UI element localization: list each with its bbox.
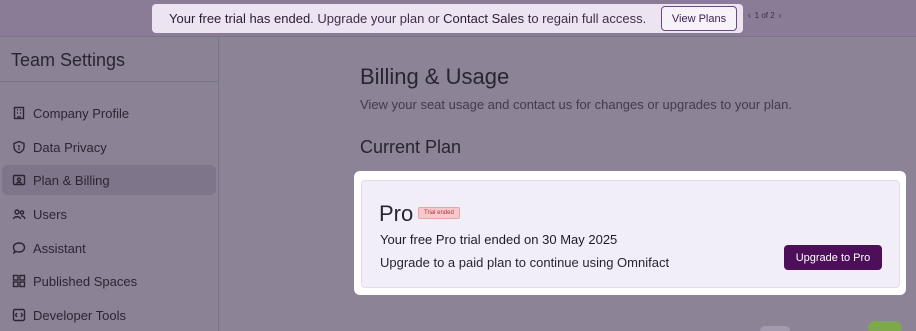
top-banner-strip: Your free trial has ended. Upgrade your … [0, 0, 916, 37]
pager-next-icon[interactable]: › [779, 11, 782, 20]
chat-icon [12, 241, 26, 255]
toggle-placeholder [760, 326, 790, 331]
pager-text: 1 of 2 [754, 11, 775, 20]
users-icon [12, 207, 26, 221]
upgrade-hint-text: Upgrade to a paid plan to continue using… [380, 255, 670, 270]
sidebar-item-label: Plan & Billing [33, 172, 110, 188]
sidebar-divider [0, 81, 219, 82]
trial-banner: Your free trial has ended. Upgrade your … [152, 4, 743, 33]
code-icon [12, 308, 26, 322]
pager-prev-icon[interactable]: ‹ [748, 11, 751, 20]
plan-name: Pro [379, 201, 414, 226]
shield-icon [12, 140, 26, 154]
sidebar-item-label: Data Privacy [33, 139, 107, 155]
status-badge: Trial ended [418, 207, 460, 219]
page-title: Billing & Usage [360, 64, 510, 89]
current-plan-card: Pro Trial ended Your free Pro trial ende… [361, 180, 900, 288]
building-icon [12, 106, 26, 120]
sidebar-item-developer-tools[interactable]: Developer Tools [2, 300, 216, 330]
billing-icon [12, 173, 26, 187]
sidebar-item-users[interactable]: Users [2, 199, 216, 229]
sidebar-item-label: Company Profile [33, 105, 130, 121]
sidebar-item-label: Users [33, 206, 67, 222]
banner-trial-ended: Your free trial has ended. [169, 11, 314, 26]
sidebar-item-published-spaces[interactable]: Published Spaces [2, 266, 216, 296]
sidebar-title: Team Settings [11, 50, 126, 70]
banner-pager: ‹ 1 of 2 › [748, 11, 781, 20]
grid-icon [12, 274, 26, 288]
current-plan-heading: Current Plan [360, 137, 462, 157]
banner-text: Your free trial has ended. Upgrade your … [169, 11, 646, 26]
sidebar-item-plan-billing[interactable]: Plan & Billing [2, 165, 216, 195]
sidebar: Team Settings Company Profile Data Priva… [0, 37, 219, 331]
sidebar-item-data-privacy[interactable]: Data Privacy [2, 132, 216, 162]
trial-ended-text: Your free Pro trial ended on 30 May 2025 [380, 232, 618, 247]
banner-text-middle: Upgrade your plan or [313, 11, 444, 26]
sidebar-item-label: Developer Tools [33, 307, 126, 323]
banner-text-end: to regain full access. [524, 11, 647, 26]
page-subtitle: View your seat usage and contact us for … [360, 97, 792, 112]
toggle-switch[interactable] [868, 321, 902, 331]
upgrade-to-pro-button[interactable]: Upgrade to Pro [784, 245, 882, 270]
contact-sales-link[interactable]: Contact Sales [443, 11, 524, 26]
sidebar-item-company-profile[interactable]: Company Profile [2, 98, 216, 128]
sidebar-item-assistant[interactable]: Assistant [2, 233, 216, 263]
sidebar-item-label: Published Spaces [33, 273, 138, 289]
view-plans-button[interactable]: View Plans [661, 6, 737, 31]
sidebar-item-label: Assistant [33, 240, 86, 256]
